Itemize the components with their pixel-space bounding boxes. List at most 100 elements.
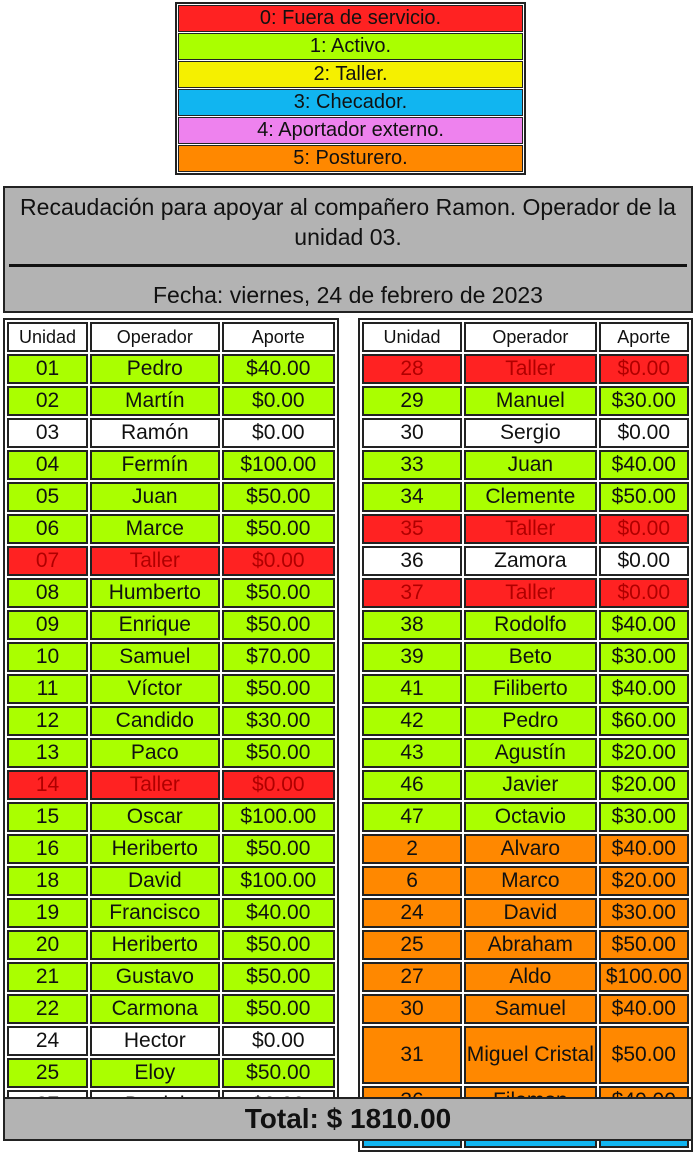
amount-cell: $40.00 [598,610,689,640]
amount-cell: $50.00 [221,1058,335,1088]
amount-cell: $50.00 [221,738,335,768]
amount-cell: $0.00 [598,418,689,448]
unit-cell: 09 [7,610,88,640]
table-row: 14 Taller $0.00 [7,770,335,800]
operator-cell: Paco [90,738,220,768]
amount-cell: $0.00 [598,354,689,384]
amount-cell: $50.00 [598,482,689,512]
amount-cell: $50.00 [221,962,335,992]
operator-cell: Taller [90,546,220,576]
table-row: 13 Paco $50.00 [7,738,335,768]
operator-cell: Clemente [464,482,597,512]
operator-cell: Fermín [90,450,220,480]
unit-cell: 28 [362,354,463,384]
table-row: 06 Marce $50.00 [7,514,335,544]
operator-cell: Taller [90,770,220,800]
table-row: 19 Francisco $40.00 [7,898,335,928]
table-row: 34 Clemente $50.00 [362,482,689,512]
table-row: 18 David $100.00 [7,866,335,896]
table-row: 02 Martín $0.00 [7,386,335,416]
divider-line [9,264,687,267]
unit-cell: 43 [362,738,463,768]
unit-cell: 6 [362,866,463,896]
operator-cell: Heriberto [90,834,220,864]
unit-column-header: Unidad [7,322,88,352]
table-row: 36 Zamora $0.00 [362,546,689,576]
table-row: 10 Samuel $70.00 [7,642,335,672]
amount-cell: $50.00 [221,674,335,704]
unit-cell: 13 [7,738,88,768]
amount-cell: $0.00 [598,514,689,544]
unit-cell: 02 [7,386,88,416]
table-row: 30 Sergio $0.00 [362,418,689,448]
operator-column-header: Operador [464,322,597,352]
amount-cell: $30.00 [598,386,689,416]
table-row: 31 Miguel Cristal $50.00 [362,1026,689,1084]
operator-cell: Rodolfo [464,610,597,640]
unit-cell: 37 [362,578,463,608]
amount-cell: $100.00 [221,866,335,896]
unit-cell: 31 [362,1026,463,1084]
unit-cell: 24 [7,1026,88,1056]
table-row: 15 Oscar $100.00 [7,802,335,832]
legend-item: 3: Checador. [178,89,523,116]
contributions-table-left: Unidad Operador Aporte 01 Pedro $40.00 02 Ma… [3,318,339,1124]
amount-column-header: Aporte [598,322,689,352]
unit-cell: 35 [362,514,463,544]
operator-cell: Taller [464,514,597,544]
unit-cell: 12 [7,706,88,736]
unit-cell: 22 [7,994,88,1024]
unit-cell: 25 [362,930,463,960]
unit-cell: 03 [7,418,88,448]
amount-cell: $40.00 [221,898,335,928]
header-row: Unidad Operador Aporte [362,322,689,352]
operator-cell: Oscar [90,802,220,832]
header-row: Unidad Operador Aporte [7,322,335,352]
table-row: 42 Pedro $60.00 [362,706,689,736]
unit-cell: 46 [362,770,463,800]
unit-cell: 10 [7,642,88,672]
amount-cell: $50.00 [221,930,335,960]
legend-item: 4: Aportador externo. [178,117,523,144]
table-row: 12 Candido $30.00 [7,706,335,736]
unit-cell: 14 [7,770,88,800]
amount-cell: $0.00 [221,386,335,416]
operator-cell: Ramón [90,418,220,448]
legend-item: 2: Taller. [178,61,523,88]
amount-cell: $0.00 [598,546,689,576]
table-row: 25 Abraham $50.00 [362,930,689,960]
unit-cell: 30 [362,994,463,1024]
unit-cell: 11 [7,674,88,704]
table-row: 41 Filiberto $40.00 [362,674,689,704]
unit-cell: 39 [362,642,463,672]
table-row: 28 Taller $0.00 [362,354,689,384]
table-row: 33 Juan $40.00 [362,450,689,480]
table-row: 46 Javier $20.00 [362,770,689,800]
operator-cell: Marco [464,866,597,896]
operator-cell: David [464,898,597,928]
amount-cell: $30.00 [221,706,335,736]
table-row: 20 Heriberto $50.00 [7,930,335,960]
operator-cell: Miguel Cristal [464,1026,597,1084]
unit-cell: 29 [362,386,463,416]
table-row: 24 Hector $0.00 [7,1026,335,1056]
table-row: 21 Gustavo $50.00 [7,962,335,992]
unit-cell: 27 [362,962,463,992]
table-row: 38 Rodolfo $40.00 [362,610,689,640]
operator-cell: Candido [90,706,220,736]
operator-cell: Marce [90,514,220,544]
amount-cell: $20.00 [598,770,689,800]
table-row: 29 Manuel $30.00 [362,386,689,416]
operator-cell: Beto [464,642,597,672]
amount-cell: $0.00 [221,770,335,800]
unit-cell: 08 [7,578,88,608]
table-row: 03 Ramón $0.00 [7,418,335,448]
amount-cell: $0.00 [221,1026,335,1056]
amount-cell: $0.00 [221,546,335,576]
unit-cell: 05 [7,482,88,512]
unit-cell: 30 [362,418,463,448]
table-row: 11 Víctor $50.00 [7,674,335,704]
status-legend: 0: Fuera de servicio. 1: Activo. 2: Taller… [175,2,526,175]
operator-cell: Francisco [90,898,220,928]
table-row: 25 Eloy $50.00 [7,1058,335,1088]
